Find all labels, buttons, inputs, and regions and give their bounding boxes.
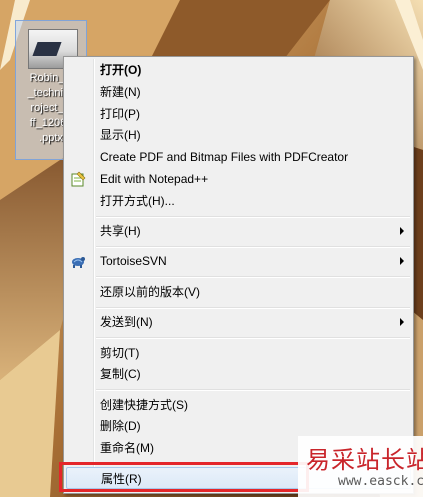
context-menu: 打开(O) 新建(N) 打印(P) 显示(H) Create PDF and B… [63,56,414,494]
menu-item-label: TortoiseSVN [100,254,167,268]
menu-separator [96,246,410,248]
menu-item-restore-previous[interactable]: 还原以前的版本(V) [66,281,411,303]
notepad-plus-plus-icon [71,171,86,187]
menu-item-tortoisesvn[interactable]: TortoiseSVN [66,250,411,272]
properties-highlight-box [59,462,309,492]
menu-item-label: 显示(H) [100,128,141,142]
menu-item-copy[interactable]: 复制(C) [66,363,411,385]
menu-item-label: 新建(N) [100,85,141,99]
menu-item-create-pdf[interactable]: Create PDF and Bitmap Files with PDFCrea… [66,146,411,168]
menu-item-label: 复制(C) [100,367,141,381]
menu-item-new[interactable]: 新建(N) [66,81,411,103]
submenu-arrow-icon [400,227,404,235]
menu-item-edit-notepadpp[interactable]: Edit with Notepad++ [66,168,411,190]
submenu-arrow-icon [400,257,404,265]
menu-separator [96,216,410,218]
menu-item-delete[interactable]: 删除(D) [66,415,411,437]
menu-item-label: Create PDF and Bitmap Files with PDFCrea… [100,150,349,164]
menu-item-label: 打印(P) [100,107,140,121]
menu-separator [96,389,410,391]
menu-item-print[interactable]: 打印(P) [66,103,411,125]
tortoise-svn-icon [72,257,85,268]
watermark: 易采站长站 www.easck.com [298,436,423,497]
watermark-chinese-text: 易采站长站 [306,446,423,474]
menu-item-share[interactable]: 共享(H) [66,220,411,242]
menu-item-label: 剪切(T) [100,346,140,360]
menu-item-cut[interactable]: 剪切(T) [66,342,411,364]
menu-item-label: 打开方式(H)... [100,194,175,208]
menu-item-label: 创建快捷方式(S) [100,398,188,412]
menu-item-label: Edit with Notepad++ [100,172,209,186]
menu-separator [96,276,410,278]
menu-item-open[interactable]: 打开(O) [66,59,411,81]
menu-item-label: 还原以前的版本(V) [100,285,200,299]
menu-item-label: 删除(D) [100,419,141,433]
menu-item-label: 共享(H) [100,224,141,238]
menu-item-label: 发送到(N) [100,315,153,329]
menu-item-label: 重命名(M) [100,441,154,455]
menu-item-create-shortcut[interactable]: 创建快捷方式(S) [66,394,411,416]
menu-item-send-to[interactable]: 发送到(N) [66,311,411,333]
menu-separator [96,337,410,339]
menu-item-show[interactable]: 显示(H) [66,124,411,146]
menu-separator [96,307,410,309]
watermark-url-text: www.easck.com [338,474,423,489]
menu-item-label: 打开(O) [100,63,142,77]
submenu-arrow-icon [400,318,404,326]
menu-item-open-with[interactable]: 打开方式(H)... [66,190,411,212]
